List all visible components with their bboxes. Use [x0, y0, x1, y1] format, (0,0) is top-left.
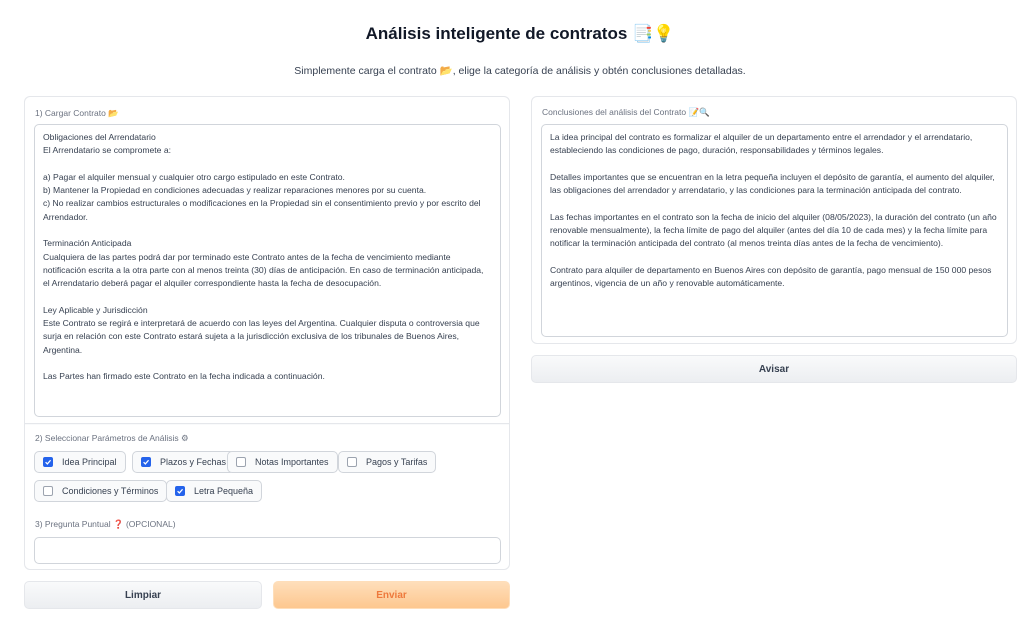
params-label: 2) Seleccionar Parámetros de Análisis ⚙: [35, 433, 189, 444]
conclusions-textarea[interactable]: La idea principal del contrato es formal…: [541, 124, 1008, 337]
option-pagos-tarifas[interactable]: Pagos y Tarifas: [338, 451, 437, 473]
folder-icon: 📂: [108, 109, 119, 119]
params-label-text: 2) Seleccionar Parámetros de Análisis: [35, 433, 179, 443]
input-panel: 1) Cargar Contrato 📂 Obligaciones del Ar…: [24, 96, 510, 570]
conclusions-panel: Conclusiones del análisis del Contrato 📝…: [531, 96, 1017, 344]
question-label-text: 3) Pregunta Puntual: [35, 519, 111, 529]
page-title-text: Análisis inteligente de contratos: [365, 24, 628, 43]
question-section: 3) Pregunta Puntual ❓ (OPCIONAL): [25, 511, 509, 569]
option-label: Condiciones y Términos: [62, 486, 159, 496]
option-letra-pequena[interactable]: Letra Pequeña: [166, 480, 263, 502]
params-section: 2) Seleccionar Parámetros de Análisis ⚙ …: [25, 425, 509, 511]
checkbox-unchecked-icon[interactable]: [43, 486, 53, 496]
folder-icon: 📂: [439, 65, 453, 77]
conclusions-label-text: Conclusiones del análisis del Contrato: [542, 107, 687, 117]
contract-textarea[interactable]: Obligaciones del Arrendatario El Arrenda…: [34, 124, 501, 417]
subtitle-text-start: Simplemente carga el contrato: [294, 65, 437, 77]
document-bulb-icon: 📑💡: [632, 24, 675, 44]
question-mark-icon: ❓: [112, 520, 124, 530]
option-label: Idea Principal: [62, 457, 117, 467]
gear-icon: ⚙: [181, 434, 189, 444]
checkbox-checked-icon[interactable]: [141, 457, 151, 467]
submit-button[interactable]: Enviar: [273, 581, 510, 609]
checkbox-unchecked-icon[interactable]: [347, 457, 357, 467]
option-notas-importantes[interactable]: Notas Importantes: [227, 451, 338, 473]
memo-search-icon: 📝🔍: [688, 108, 710, 118]
option-label: Letra Pequeña: [194, 486, 254, 496]
upload-label: 1) Cargar Contrato 📂: [35, 108, 119, 119]
subtitle-text-end: , elige la categoría de análisis y obtén…: [452, 65, 746, 77]
option-label: Pagos y Tarifas: [366, 457, 428, 467]
optional-tag: (OPCIONAL): [125, 519, 176, 529]
conclusions-label: Conclusiones del análisis del Contrato 📝…: [542, 107, 710, 118]
checkbox-checked-icon[interactable]: [175, 486, 185, 496]
question-input[interactable]: [34, 537, 501, 564]
option-condiciones-terminos[interactable]: Condiciones y Términos: [34, 480, 168, 502]
page-subtitle: Simplemente carga el contrato 📂, elige l…: [0, 64, 1026, 77]
option-label: Notas Importantes: [255, 457, 329, 467]
notify-button[interactable]: Avisar: [531, 355, 1017, 383]
page-title: Análisis inteligente de contratos 📑💡: [0, 24, 1026, 44]
checkbox-checked-icon[interactable]: [43, 457, 53, 467]
option-label: Plazos y Fechas: [160, 457, 227, 467]
option-idea-principal[interactable]: Idea Principal: [34, 451, 126, 473]
option-plazos-fechas[interactable]: Plazos y Fechas: [132, 451, 236, 473]
upload-section: 1) Cargar Contrato 📂 Obligaciones del Ar…: [25, 97, 509, 424]
checkbox-unchecked-icon[interactable]: [236, 457, 246, 467]
question-label: 3) Pregunta Puntual ❓ (OPCIONAL): [35, 519, 176, 530]
clear-button[interactable]: Limpiar: [24, 581, 262, 609]
upload-label-text: 1) Cargar Contrato: [35, 108, 106, 118]
